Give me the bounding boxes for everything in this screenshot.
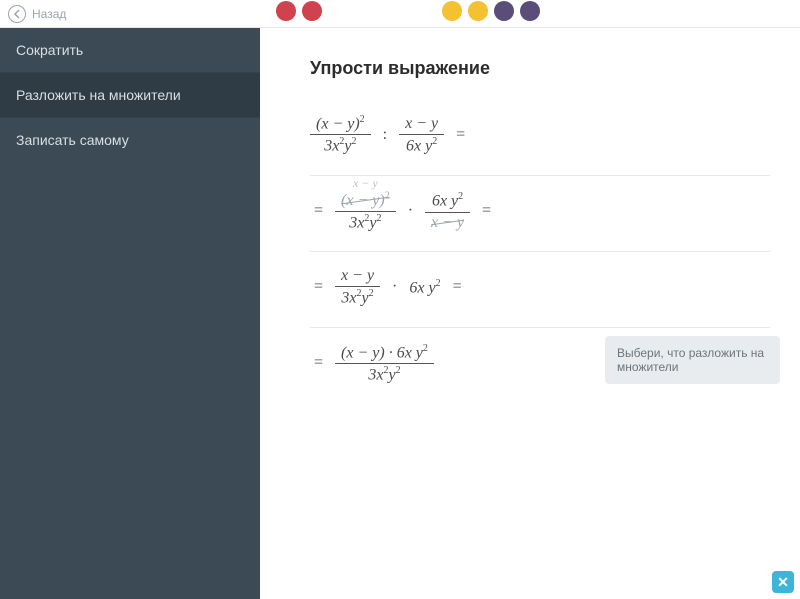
operator-multiply: · xyxy=(408,202,413,220)
sidebar-item-write-own[interactable]: Записать самому xyxy=(0,117,260,162)
sidebar-item-reduce[interactable]: Сократить xyxy=(0,28,260,72)
operator-divide: : xyxy=(383,126,387,144)
fraction: x − y 6x y2 xyxy=(399,114,444,156)
close-icon: ✕ xyxy=(777,574,789,591)
dot-icon xyxy=(302,1,322,21)
expression[interactable]: = x − y 3x2y2 · 6x y2 = xyxy=(310,266,770,308)
equals: = xyxy=(456,126,465,144)
cancel-remainder: x − y xyxy=(353,176,378,191)
term: 6x y2 xyxy=(409,278,440,297)
equals: = xyxy=(314,278,323,296)
sidebar-item-factorize[interactable]: Разложить на множители xyxy=(0,72,260,117)
fraction: 6x y2 x − y xyxy=(425,190,470,232)
equals: = xyxy=(314,202,323,220)
page-title: Упрости выражение xyxy=(310,58,770,79)
operator-multiply: · xyxy=(392,278,397,296)
equals: = xyxy=(453,278,462,296)
hint-bubble: Выбери, что разложить на множители xyxy=(605,336,780,384)
main-wrap: Сократить Разложить на множители Записат… xyxy=(0,28,800,599)
dot-icon xyxy=(276,1,296,21)
dot-icon xyxy=(494,1,514,21)
step-row: = x − y (x − y)2 3x2y2 · 6x y2 x − y = xyxy=(310,176,770,253)
expression[interactable]: (x − y)2 3x2y2 : x − y 6x y2 = xyxy=(310,113,770,157)
close-button[interactable]: ✕ xyxy=(772,571,794,593)
fraction: (x − y) · 6x y2 3x2y2 xyxy=(335,342,434,386)
back-chevron-icon xyxy=(8,5,26,23)
expression[interactable]: = x − y (x − y)2 3x2y2 · 6x y2 x − y = xyxy=(310,190,770,234)
back-button[interactable]: Назад xyxy=(8,5,66,23)
steps-list: (x − y)2 3x2y2 : x − y 6x y2 = = xyxy=(310,99,770,403)
dot-icon xyxy=(468,1,488,21)
topbar: Назад xyxy=(0,0,800,28)
sidebar-item-label: Сократить xyxy=(16,42,83,58)
fraction: x − y 3x2y2 xyxy=(335,266,380,308)
sidebar: Сократить Разложить на множители Записат… xyxy=(0,28,260,599)
progress-dots-right xyxy=(442,1,540,21)
step-row: = (x − y) · 6x y2 3x2y2 Выбери, что разл… xyxy=(310,328,770,404)
equals: = xyxy=(482,202,491,220)
step-row: = x − y 3x2y2 · 6x y2 = xyxy=(310,252,770,327)
sidebar-item-label: Записать самому xyxy=(16,132,129,148)
content-area: Упрости выражение (x − y)2 3x2y2 : x − y… xyxy=(260,28,800,599)
step-row: (x − y)2 3x2y2 : x − y 6x y2 = xyxy=(310,99,770,176)
dot-icon xyxy=(442,1,462,21)
dot-icon xyxy=(520,1,540,21)
sidebar-item-label: Разложить на множители xyxy=(16,87,181,103)
back-label: Назад xyxy=(32,7,66,21)
fraction: x − y (x − y)2 3x2y2 xyxy=(335,190,396,234)
fraction: (x − y)2 3x2y2 xyxy=(310,113,371,157)
hint-text: Выбери, что разложить на множители xyxy=(617,346,764,374)
equals: = xyxy=(314,354,323,372)
progress-dots-left xyxy=(276,1,322,21)
